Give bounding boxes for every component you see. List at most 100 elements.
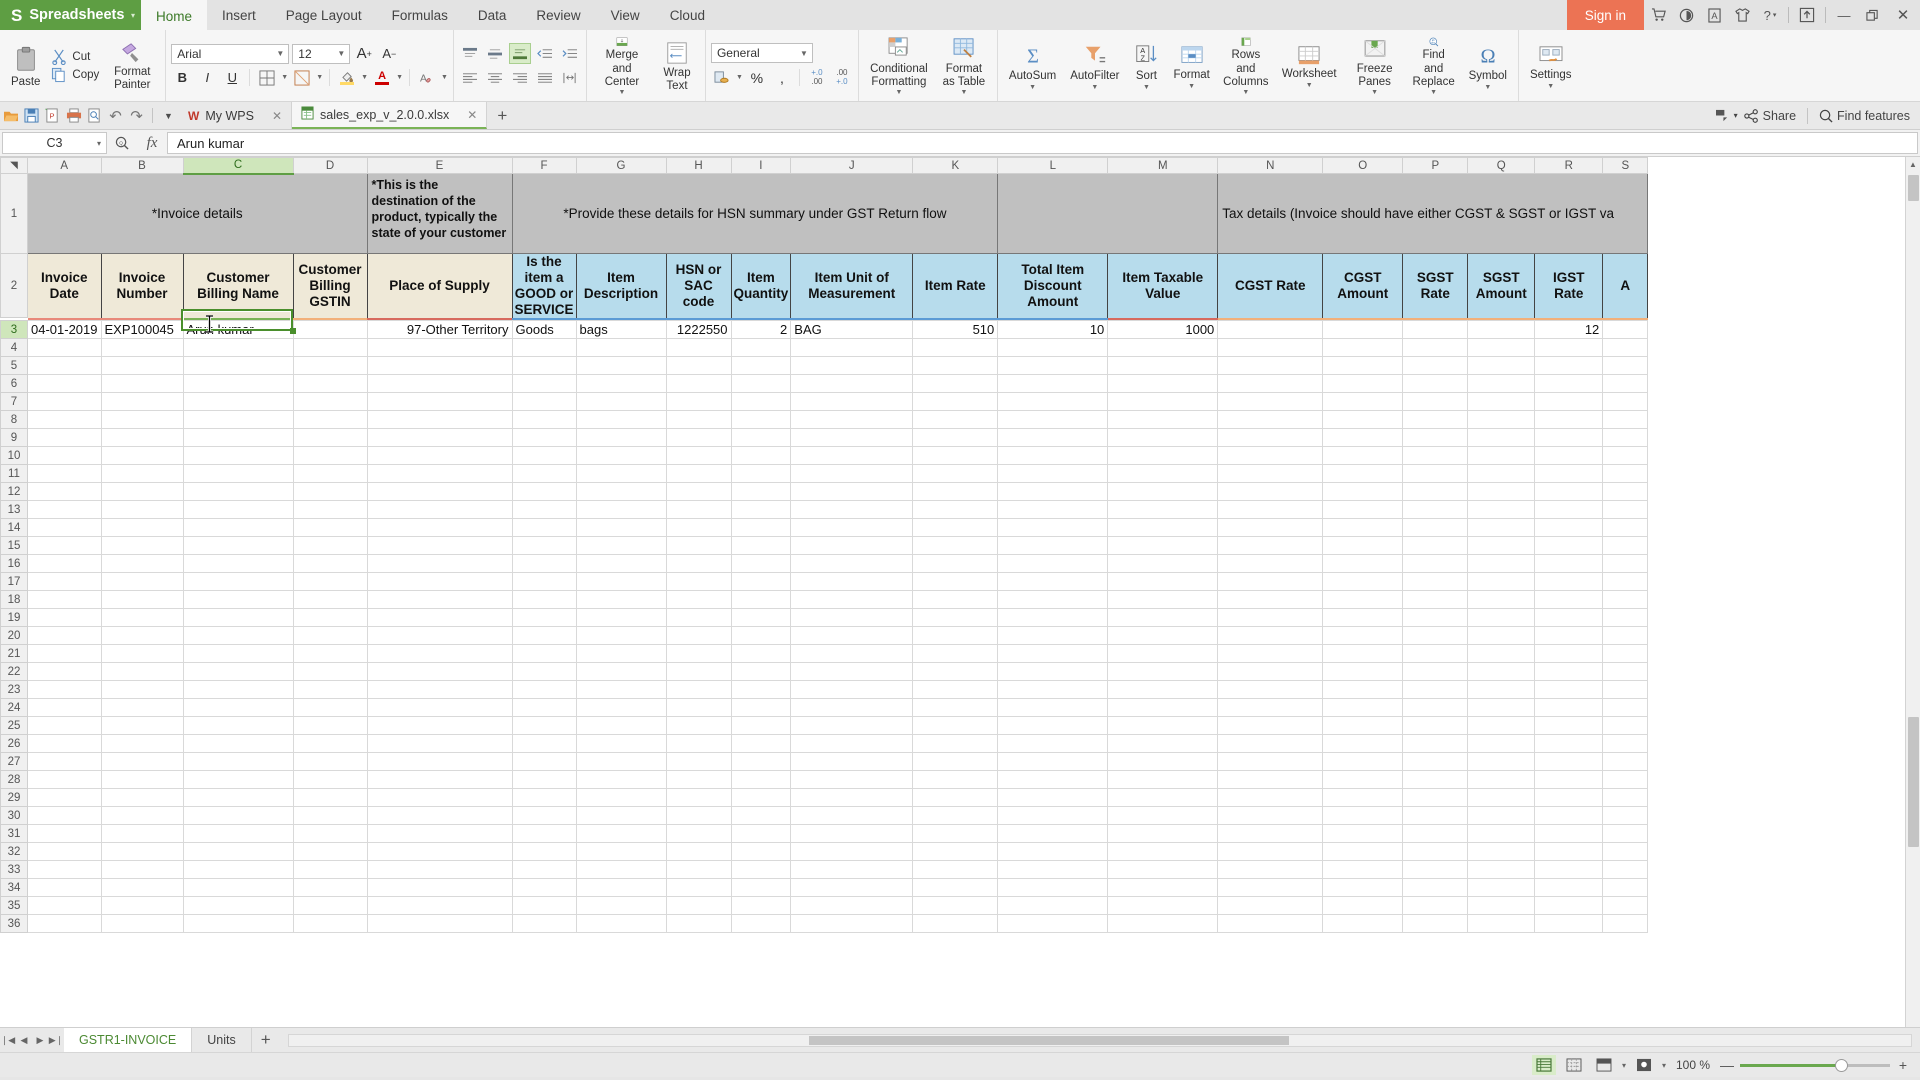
cell-A9[interactable] (27, 428, 102, 448)
cell-O16[interactable] (1322, 554, 1404, 574)
header-customer-billing-name[interactable]: Customer Billing Name (182, 252, 294, 318)
cell-O34[interactable] (1322, 878, 1404, 898)
cell-C32[interactable] (182, 842, 294, 862)
cell-R6[interactable] (1534, 374, 1604, 394)
table-row[interactable]: 27 (0, 752, 1649, 772)
cell-K30[interactable] (912, 806, 999, 826)
cell-B30[interactable] (100, 806, 184, 826)
cell-Q6[interactable] (1467, 374, 1536, 394)
cell-F11[interactable] (511, 464, 577, 484)
cell-O10[interactable] (1322, 446, 1404, 466)
cell-C36[interactable] (182, 914, 294, 934)
cell-J22[interactable] (790, 662, 914, 682)
cell-E16[interactable] (366, 554, 513, 574)
cell-S20[interactable] (1602, 626, 1649, 646)
cell-I36[interactable] (730, 914, 792, 934)
cell-F31[interactable] (511, 824, 577, 844)
cell-L19[interactable] (997, 608, 1109, 628)
cell-Q4[interactable] (1467, 338, 1536, 358)
cell-G5[interactable] (575, 356, 667, 376)
formula-input[interactable]: Arun kumar (167, 132, 1918, 154)
spreadsheet-grid[interactable]: ◥ A B C D E F G H I J K L M N O P Q R S … (0, 157, 1920, 1027)
cell-H10[interactable] (665, 446, 732, 466)
cell-I24[interactable] (730, 698, 792, 718)
cell-F24[interactable] (511, 698, 577, 718)
cell-H28[interactable] (665, 770, 732, 790)
cell-D25[interactable] (292, 716, 368, 736)
cell-J26[interactable] (790, 734, 914, 754)
column-header-N[interactable]: N (1217, 157, 1324, 174)
cell-O22[interactable] (1322, 662, 1404, 682)
cell-J35[interactable] (790, 896, 914, 916)
cell-B36[interactable] (100, 914, 184, 934)
cell-P12[interactable] (1402, 482, 1469, 502)
cell-O4[interactable] (1322, 338, 1404, 358)
cell-E11[interactable] (366, 464, 513, 484)
previous-sheet-button[interactable]: ◀ (16, 1028, 32, 1052)
ribbon-tab-formulas[interactable]: Formulas (377, 0, 463, 30)
document-tab-my-wps[interactable]: W My WPS ✕ (179, 102, 292, 129)
cell-J19[interactable] (790, 608, 914, 628)
row-header-7[interactable]: 7 (0, 392, 28, 412)
cell-Q28[interactable] (1467, 770, 1536, 790)
horizontal-scrollbar[interactable] (280, 1028, 1920, 1052)
table-row[interactable]: 4 (0, 338, 1649, 358)
cell-N15[interactable] (1217, 536, 1324, 556)
cell-shading-button[interactable] (291, 67, 313, 88)
cell-A8[interactable] (27, 410, 102, 430)
cell-N5[interactable] (1217, 356, 1324, 376)
cell-B17[interactable] (100, 572, 184, 592)
cell-R13[interactable] (1534, 500, 1604, 520)
cell-N33[interactable] (1217, 860, 1324, 880)
brand-dropdown-caret-icon[interactable]: ▾ (125, 0, 141, 30)
cell-R24[interactable] (1534, 698, 1604, 718)
cell-F30[interactable] (511, 806, 577, 826)
minimize-icon[interactable]: — (1830, 0, 1858, 30)
cell-J20[interactable] (790, 626, 914, 646)
column-header-Q[interactable]: Q (1467, 157, 1536, 174)
cell-D10[interactable] (292, 446, 368, 466)
cell-Q3[interactable] (1467, 320, 1536, 340)
cell-G36[interactable] (575, 914, 667, 934)
cell-R12[interactable] (1534, 482, 1604, 502)
cell-F28[interactable] (511, 770, 577, 790)
print-preview-icon[interactable] (84, 102, 105, 129)
cell-K22[interactable] (912, 662, 999, 682)
cell-P36[interactable] (1402, 914, 1469, 934)
cell-R14[interactable] (1534, 518, 1604, 538)
cell-F35[interactable] (511, 896, 577, 916)
cell-K31[interactable] (912, 824, 999, 844)
cell-K3[interactable]: 510 (912, 320, 999, 340)
table-row[interactable]: 26 (0, 734, 1649, 754)
header-total-item-discount-amount[interactable]: Total Item Discount Amount (997, 252, 1109, 318)
cell-R34[interactable] (1534, 878, 1604, 898)
cell-E12[interactable] (366, 482, 513, 502)
cell-A25[interactable] (27, 716, 102, 736)
cell-S29[interactable] (1602, 788, 1649, 808)
row-header-6[interactable]: 6 (0, 374, 28, 394)
cell-R32[interactable] (1534, 842, 1604, 862)
cell-K23[interactable] (912, 680, 999, 700)
cell-O9[interactable] (1322, 428, 1404, 448)
cell-P11[interactable] (1402, 464, 1469, 484)
cell-M23[interactable] (1107, 680, 1219, 700)
cell-I6[interactable] (730, 374, 792, 394)
zoom-slider-knob[interactable] (1835, 1058, 1848, 1072)
cell-K29[interactable] (912, 788, 999, 808)
autofilter-button[interactable]: AutoFilter ▼ (1063, 32, 1126, 99)
cell-J15[interactable] (790, 536, 914, 556)
close-icon[interactable]: ✕ (1886, 0, 1920, 30)
table-row[interactable]: 13 (0, 500, 1649, 520)
column-header-J[interactable]: J (790, 157, 914, 174)
cell-M9[interactable] (1107, 428, 1219, 448)
cell-S33[interactable] (1602, 860, 1649, 880)
cell-K27[interactable] (912, 752, 999, 772)
cell-K28[interactable] (912, 770, 999, 790)
cell-H11[interactable] (665, 464, 732, 484)
cell-P3[interactable] (1402, 320, 1469, 340)
cell-M7[interactable] (1107, 392, 1219, 412)
cell-M13[interactable] (1107, 500, 1219, 520)
row-header-3[interactable]: 3 (0, 320, 28, 340)
cell-E5[interactable] (366, 356, 513, 376)
align-middle-button[interactable] (484, 43, 506, 64)
